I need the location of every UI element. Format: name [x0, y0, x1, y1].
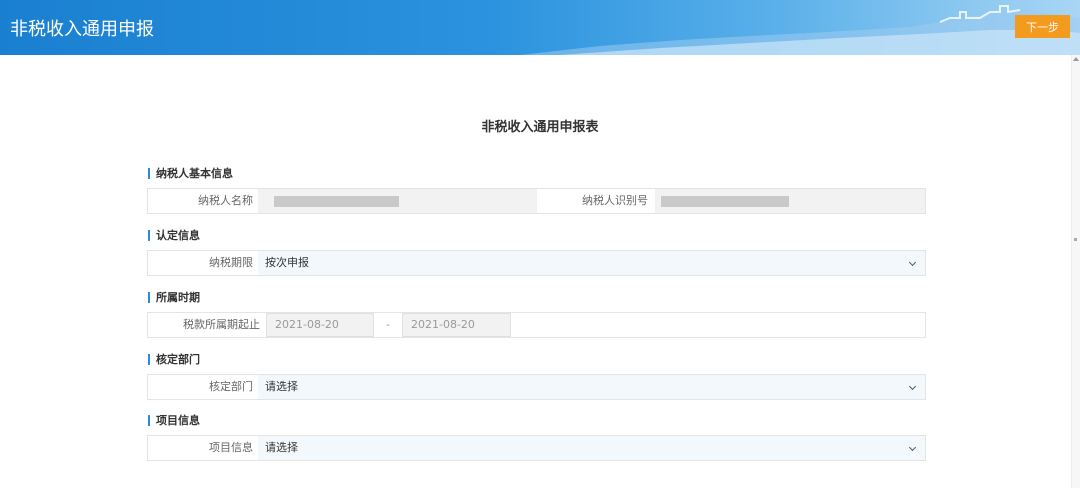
section-title-period: 所属时期 — [148, 291, 200, 304]
chevron-down-icon — [908, 258, 917, 267]
section-title-identification: 认定信息 — [148, 229, 200, 242]
great-wall-banner-decoration — [520, 5, 1080, 55]
taxpayer-id-label: 纳税人识别号 — [537, 189, 655, 213]
department-value: 请选择 — [265, 380, 298, 393]
project-label: 项目信息 — [148, 436, 258, 460]
section-title-department: 核定部门 — [148, 353, 200, 366]
taxpayer-name-label: 纳税人名称 — [148, 189, 258, 213]
scroll-grip-icon — [1074, 238, 1077, 241]
section-title-project: 项目信息 — [148, 414, 200, 427]
redacted-taxpayer-id — [661, 196, 789, 207]
taxpayer-id-field — [655, 189, 925, 213]
tax-period-select[interactable]: 按次申报 — [258, 251, 925, 275]
project-select[interactable]: 请选择 — [258, 436, 925, 460]
project-value: 请选择 — [265, 441, 298, 454]
end-date-input[interactable]: 2021-08-20 — [402, 313, 511, 337]
tax-period-label: 纳税期限 — [148, 251, 258, 275]
redacted-taxpayer-name — [274, 196, 399, 207]
taxpayer-name-field — [258, 189, 537, 213]
department-row: 核定部门 请选择 — [147, 374, 926, 400]
tax-date-range-label: 税款所属期起止 — [148, 313, 266, 337]
header-bar: 非税收入通用申报 下一步 — [0, 0, 1080, 55]
tax-date-range-row: 税款所属期起止 2021-08-20 - 2021-08-20 — [147, 312, 926, 338]
app-title: 非税收入通用申报 — [10, 19, 154, 40]
form-title: 非税收入通用申报表 — [481, 120, 599, 135]
chevron-down-icon — [908, 382, 917, 391]
start-date-input[interactable]: 2021-08-20 — [266, 313, 374, 337]
date-range-separator: - — [386, 318, 390, 331]
tax-period-value: 按次申报 — [265, 256, 309, 269]
section-title-taxpayer: 纳税人基本信息 — [148, 167, 233, 180]
tax-period-row: 纳税期限 按次申报 — [147, 250, 926, 276]
department-select[interactable]: 请选择 — [258, 375, 925, 399]
scroll-up-arrow-icon[interactable] — [1073, 57, 1079, 61]
next-step-button[interactable]: 下一步 — [1015, 15, 1070, 38]
department-label: 核定部门 — [148, 375, 258, 399]
project-row: 项目信息 请选择 — [147, 435, 926, 461]
chevron-down-icon — [908, 443, 917, 452]
taxpayer-row: 纳税人名称 纳税人识别号 — [147, 188, 926, 214]
